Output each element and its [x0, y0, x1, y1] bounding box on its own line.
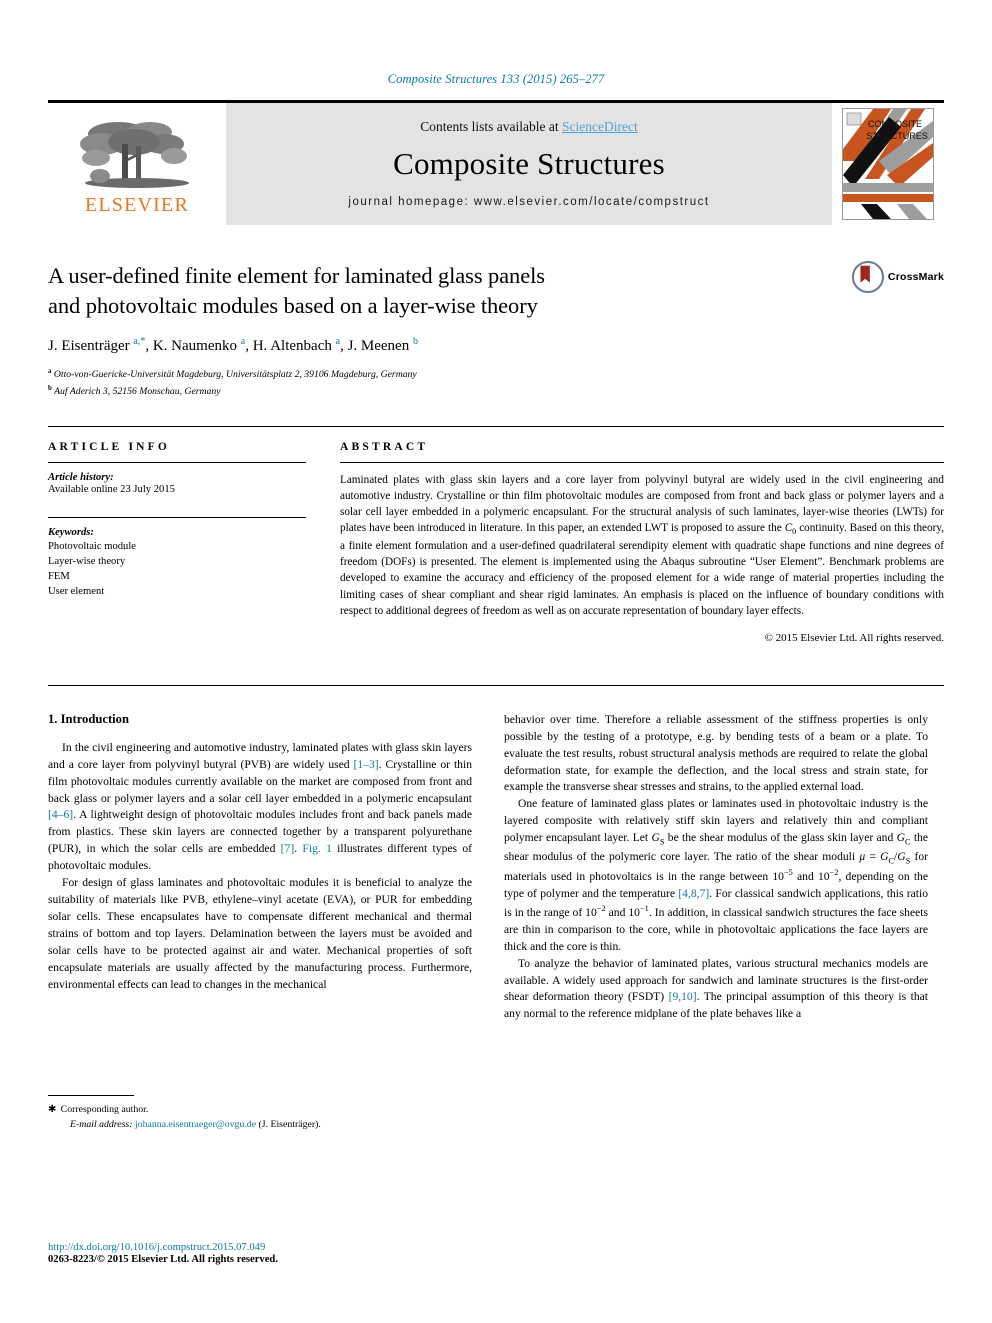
- affiliation-b-text: Auf Aderich 3, 52156 Monschau, Germany: [54, 386, 221, 398]
- asterisk-icon: ✱: [48, 1104, 59, 1116]
- info-divider: [48, 425, 944, 427]
- paper-page: Composite Structures 133 (2015) 265–277: [0, 0, 992, 1323]
- email-link[interactable]: johanna.eisentraeger@ovgu.de: [135, 1119, 256, 1130]
- elsevier-tree-icon: [80, 121, 189, 188]
- publisher-logo: ELSEVIER: [48, 103, 226, 225]
- paragraph: One feature of laminated glass plates or…: [504, 797, 928, 953]
- info-abstract-row: ARTICLE INFO Article history: Available …: [48, 441, 944, 655]
- contents-prefix: Contents lists available at: [420, 118, 562, 134]
- affiliation-b: b Auf Aderich 3, 52156 Monschau, Germany: [48, 384, 221, 398]
- keywords-list: Photovoltaic module Layer-wise theory FE…: [48, 539, 306, 599]
- body-columns: 1. Introduction In the civil engineering…: [48, 712, 944, 1132]
- email-note: E-mail address: johanna.eisentraeger@ovg…: [48, 1118, 472, 1132]
- footnote-rule: [48, 1095, 134, 1097]
- list-item: Layer-wise theory: [48, 555, 126, 567]
- svg-text:COMPOSITE: COMPOSITE: [868, 119, 922, 129]
- svg-text:STRUCTURES: STRUCTURES: [866, 131, 928, 141]
- corresponding-author-note: ✱ Corresponding author.: [48, 1103, 472, 1117]
- page-footer: http://dx.doi.org/10.1016/j.compstruct.2…: [48, 1242, 278, 1265]
- issn-copyright: 0263-8223/© 2015 Elsevier Ltd. All right…: [48, 1254, 278, 1265]
- list-item: FEM: [48, 571, 70, 582]
- keywords-label: Keywords:: [48, 526, 94, 538]
- history-label: Article history:: [48, 471, 114, 483]
- list-item: User element: [48, 586, 105, 598]
- contents-line: Contents lists available at ScienceDirec…: [420, 119, 637, 135]
- paragraph: In the civil engineering and automotive …: [48, 740, 472, 873]
- left-column: 1. Introduction In the civil engineering…: [48, 712, 472, 1132]
- crossmark-badge[interactable]: CrossMark: [852, 257, 944, 297]
- keywords-block: Keywords: Photovoltaic module Layer-wise…: [48, 516, 306, 599]
- keywords-rule: [48, 516, 306, 518]
- sciencedirect-link[interactable]: ScienceDirect: [562, 119, 638, 134]
- abstract-copyright: © 2015 Elsevier Ltd. All rights reserved…: [764, 631, 944, 644]
- abstract-column: ABSTRACT Laminated plates with glass ski…: [340, 441, 944, 655]
- section-title-introduction: 1. Introduction: [48, 711, 129, 726]
- affiliation-a: a Otto-von-Guericke-Universität Magdebur…: [48, 367, 417, 381]
- journal-homepage[interactable]: journal homepage: www.elsevier.com/locat…: [348, 196, 709, 208]
- crossmark-icon: [852, 260, 884, 294]
- journal-cover-thumbnail: COMPOSITE STRUCTURES: [832, 103, 944, 225]
- list-item: Photovoltaic module: [48, 540, 136, 552]
- journal-title: Composite Structures: [393, 145, 665, 181]
- article-info-column: ARTICLE INFO Article history: Available …: [48, 441, 306, 655]
- paragraph: For design of glass laminates and photov…: [48, 876, 472, 991]
- affiliation-a-text: Otto-von-Guericke-Universität Magdeburg,…: [53, 369, 417, 381]
- info-rule: [48, 461, 306, 463]
- elsevier-wordmark: ELSEVIER: [84, 193, 190, 216]
- article-info-heading: ARTICLE INFO: [48, 440, 171, 453]
- title-line-1: A user-defined finite element for lamina…: [48, 263, 545, 288]
- abstract-heading: ABSTRACT: [340, 440, 429, 453]
- running-head: Composite Structures 133 (2015) 265–277: [387, 72, 605, 86]
- email-label: E-mail address:: [70, 1118, 133, 1130]
- author-list: J. Eisenträger a,*, K. Naumenko a, H. Al…: [48, 336, 418, 355]
- doi-link[interactable]: http://dx.doi.org/10.1016/j.compstruct.2…: [48, 1242, 278, 1253]
- title-line-2: and photovoltaic modules based on a laye…: [48, 292, 538, 318]
- email-suffix: (J. Eisenträger).: [258, 1118, 321, 1130]
- cover-artwork: COMPOSITE STRUCTURES: [843, 109, 933, 219]
- right-column: behavior over time. Therefore a reliable…: [504, 712, 928, 1132]
- corresponding-author-text: Corresponding author.: [60, 1104, 149, 1116]
- crossmark-label: CrossMark: [887, 271, 944, 283]
- journal-masthead: ELSEVIER Contents lists available at Sci…: [48, 100, 944, 225]
- abstract-text: Laminated plates with glass skin layers …: [340, 473, 944, 617]
- abstract-rule: [340, 461, 944, 463]
- title-block: A user-defined finite element for lamina…: [48, 260, 944, 400]
- history-value: Available online 23 July 2015: [48, 483, 175, 495]
- page-title: A user-defined finite element for lamina…: [48, 261, 834, 320]
- paragraph: behavior over time. Therefore a reliable…: [504, 712, 928, 794]
- body-divider: [48, 684, 944, 686]
- footnote-block: ✱ Corresponding author. E-mail address: …: [48, 1095, 472, 1131]
- masthead-center: Contents lists available at ScienceDirec…: [226, 103, 832, 225]
- paragraph: To analyze the behavior of laminated pla…: [504, 956, 928, 1021]
